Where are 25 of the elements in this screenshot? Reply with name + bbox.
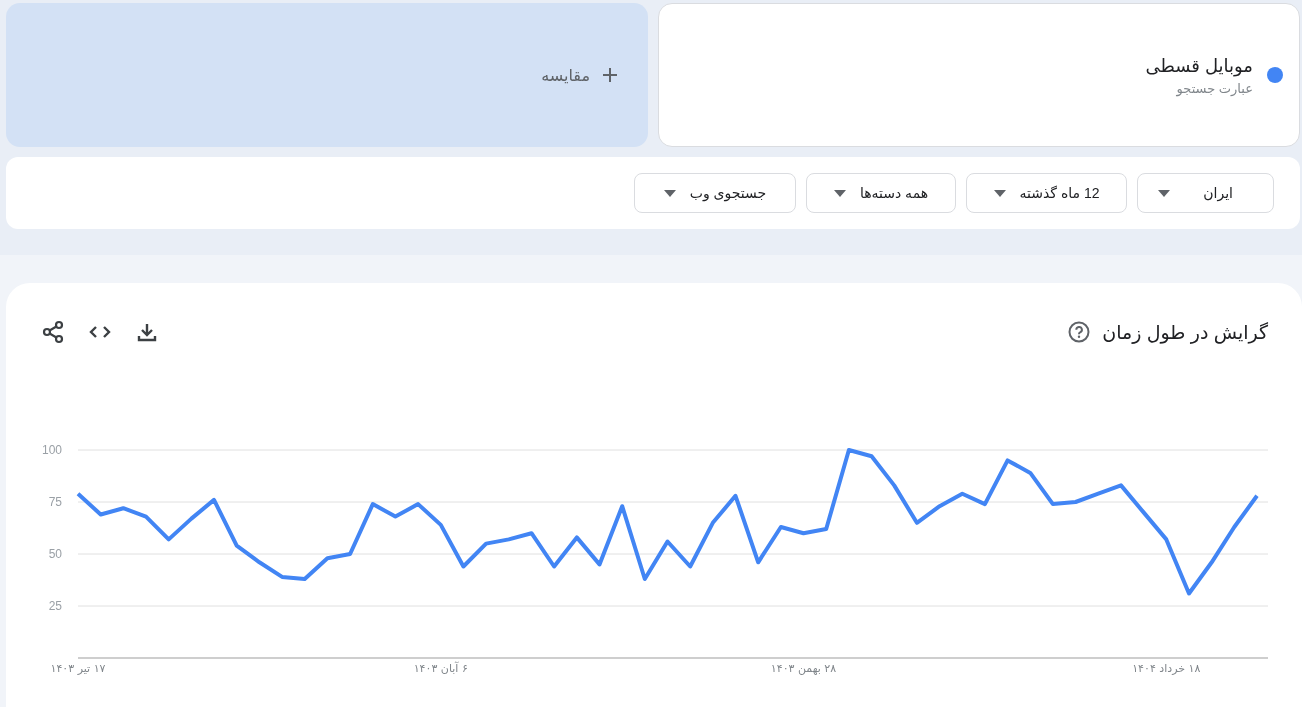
x-axis-label: ۱۷ تیر ۱۴۰۳ (50, 662, 106, 675)
chart-title: گرایش در طول زمان (1102, 320, 1268, 344)
download-icon[interactable] (136, 321, 158, 343)
y-axis-label: 75 (48, 495, 62, 509)
caret-icon (993, 189, 1006, 197)
plus-icon (602, 67, 618, 83)
embed-code-icon[interactable] (88, 324, 112, 340)
y-axis-label: 25 (48, 599, 62, 613)
x-axis-label: ۶ آبان ۱۴۰۳ (413, 662, 468, 675)
y-axis-label: 50 (48, 547, 62, 561)
caret-icon (833, 189, 846, 197)
compare-button[interactable]: مقایسه (6, 3, 648, 147)
x-axis-label: ۱۸ خرداد ۱۴۰۴ (1132, 662, 1201, 675)
y-axis-label: 100 (41, 443, 62, 457)
filter-dropdown[interactable]: ایران (1137, 173, 1274, 213)
term-type: عبارت جستجو (1175, 80, 1253, 96)
filter-dropdown[interactable]: 12 ماه گذشته (966, 173, 1127, 213)
share-icon[interactable] (42, 320, 64, 344)
x-axis-label: ۲۸ بهمن ۱۴۰۳ (770, 662, 837, 675)
term-name: موبایل قسطی (1145, 54, 1253, 77)
filter-dropdown[interactable]: جستجوی وب (634, 173, 796, 213)
caret-icon (663, 189, 676, 197)
caret-icon (1158, 189, 1170, 197)
help-icon[interactable] (1068, 321, 1091, 343)
filter-dropdown[interactable]: همه دسته‌ها (806, 173, 956, 213)
